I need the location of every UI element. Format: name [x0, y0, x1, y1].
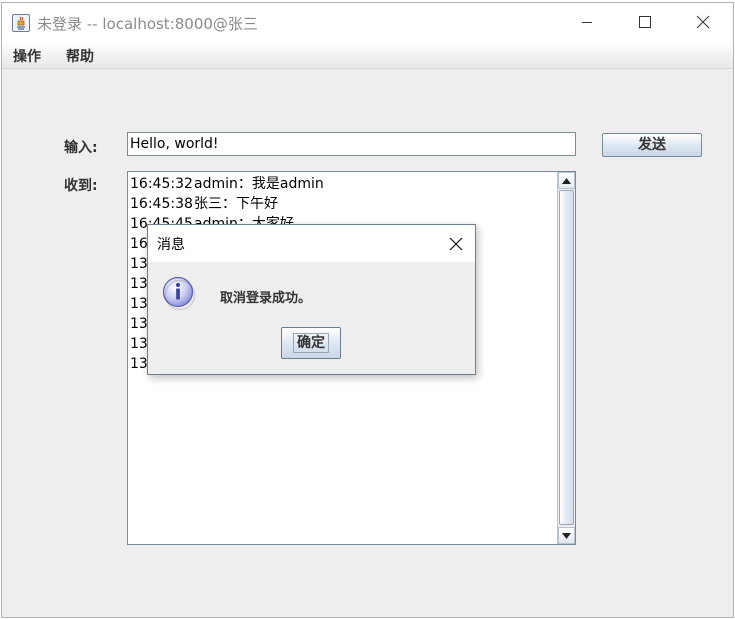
message-row: 16:45:32admin：我是admin	[130, 174, 556, 194]
send-button[interactable]: 发送	[602, 133, 702, 157]
window-title: 未登录 -- localhost:8000@张三	[37, 15, 258, 33]
vertical-scrollbar[interactable]	[557, 172, 575, 544]
menu-operate[interactable]: 操作	[13, 46, 41, 66]
scroll-down-button[interactable]	[558, 527, 575, 544]
title-bar: 未登录 -- localhost:8000@张三	[2, 3, 733, 41]
message-text: admin：我是admin	[194, 176, 324, 192]
message-text: 张三：下午好	[194, 196, 278, 212]
close-icon	[449, 237, 463, 251]
dialog-close-button[interactable]	[445, 233, 467, 255]
scroll-up-button[interactable]	[558, 172, 575, 189]
arrow-down-icon	[562, 532, 571, 539]
main-window: 未登录 -- localhost:8000@张三 操作 帮助 输入: 发送 收到…	[1, 2, 734, 618]
minimize-button[interactable]	[564, 3, 610, 41]
maximize-icon	[639, 16, 651, 28]
menu-bar: 操作 帮助	[2, 41, 733, 69]
input-label: 输入:	[64, 140, 98, 156]
message-dialog: 消息 取消登录成功。 确定	[147, 224, 476, 375]
message-time: 16:45:32	[130, 176, 193, 192]
close-icon	[696, 15, 710, 29]
java-app-icon	[12, 14, 30, 32]
scrollbar-thumb[interactable]	[559, 190, 574, 525]
minimize-icon	[582, 22, 592, 23]
maximize-button[interactable]	[622, 3, 668, 41]
close-button[interactable]	[680, 3, 726, 41]
message-row: 16:45:38张三：下午好	[130, 194, 556, 214]
received-label: 收到:	[64, 178, 98, 194]
message-time: 16:45:38	[130, 196, 193, 212]
focus-ring	[293, 333, 329, 353]
arrow-up-icon	[562, 177, 571, 184]
menu-help[interactable]: 帮助	[66, 46, 94, 66]
dialog-title: 消息	[157, 237, 185, 253]
dialog-title-bar: 消息	[148, 225, 475, 262]
message-input[interactable]	[127, 132, 576, 156]
ok-button[interactable]: 确定	[281, 327, 341, 359]
dialog-message: 取消登录成功。	[220, 291, 312, 306]
info-icon	[162, 276, 196, 311]
